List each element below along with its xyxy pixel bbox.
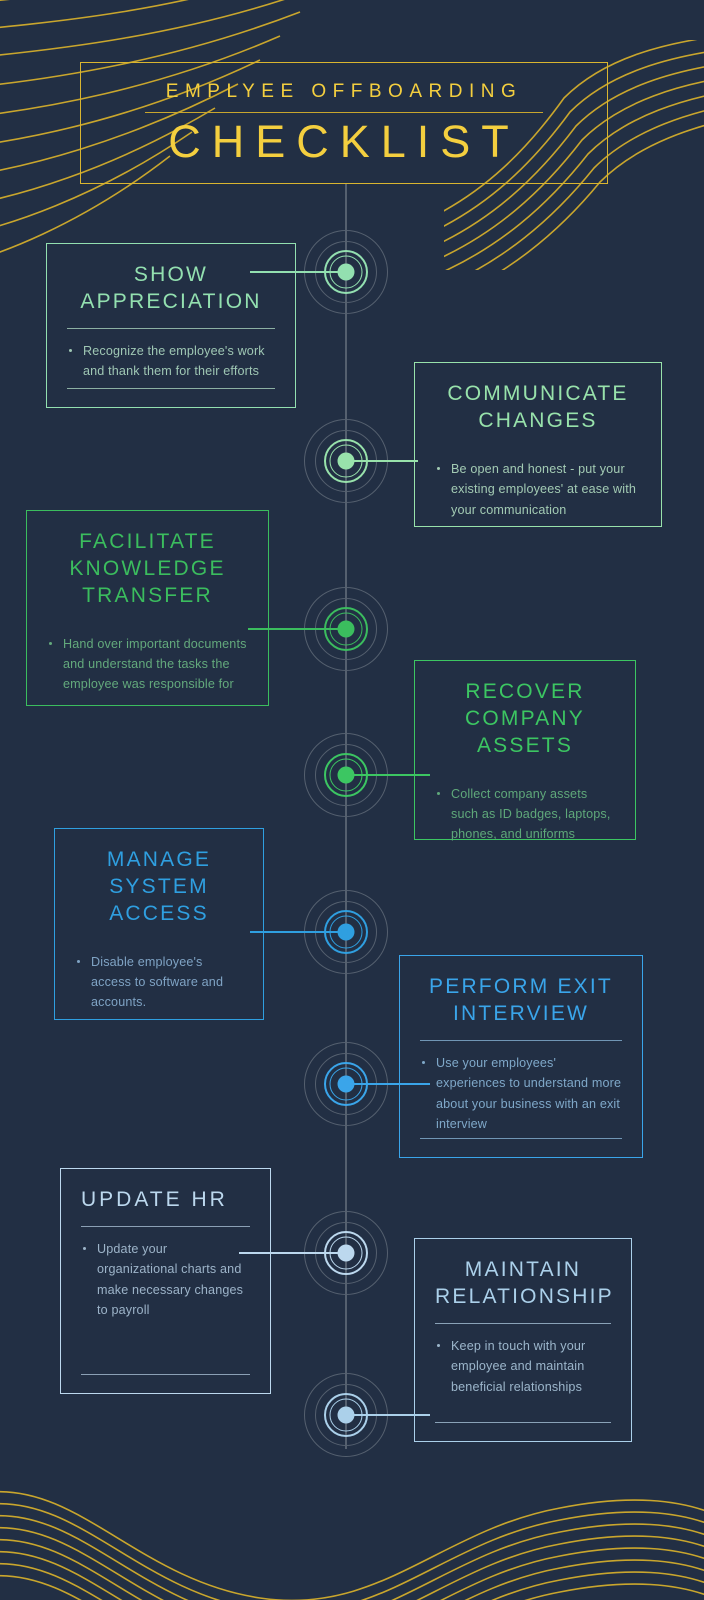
connector-stroke [346,460,418,462]
connector-endpoint-dot [344,1080,351,1088]
step-card-7[interactable]: UPDATE HR Update your organizational char… [60,1168,271,1394]
step-card-divider-bottom [81,1373,250,1375]
step-card-divider-top [67,327,275,329]
step-card-divider-bottom [67,387,275,389]
step-card-bullet: Be open and honest - put your existing e… [435,459,641,520]
step-card-bullet-list: Update your organizational charts and ma… [81,1239,250,1321]
step-card-divider-top [81,1225,250,1228]
step-card-bullet-list: Hand over important documents and unders… [47,634,248,695]
step-card-4[interactable]: RECOVER COMPANY ASSETS Collect company as… [414,660,636,841]
step-card-divider-bottom [420,1137,622,1139]
step-card-divider-top [420,1039,622,1041]
step-card-bullet: Keep in touch with your employee and mai… [435,1336,611,1397]
step-card-title: FACILITATE KNOWLEDGE TRANSFER [69,530,226,607]
step-card-1[interactable]: SHOW APPRECIATION Recognize the employee'… [46,243,296,408]
step-card-title: UPDATE HR [81,1188,228,1211]
connector-endpoint-dot [341,625,348,633]
connector-endpoint-dot [344,457,351,465]
step-card-bullet: Recognize the employee's work and thank … [67,341,275,382]
step-card-bullet-list: Keep in touch with your employee and mai… [435,1336,611,1397]
step-card-bullet: Hand over important documents and unders… [47,634,248,695]
page-title: CHECKLIST [168,116,520,168]
step-card-title: MANAGE SYSTEM ACCESS [106,848,212,925]
header-divider [145,111,543,114]
step-card-bullet-list: Use your employees' experiences to under… [420,1053,622,1135]
step-card-title: PERFORM EXIT INTERVIEW [429,975,613,1025]
connector-endpoint-dot [341,268,348,276]
connector-line-5 [250,928,348,936]
infographic-page: EMPLYEE OFFBOARDING CHECKLIST SHOW APPRE… [0,0,704,1600]
connector-endpoint-dot [344,1411,351,1419]
header-title-box: EMPLYEE OFFBOARDING CHECKLIST [80,62,608,184]
step-card-bullet-list: Recognize the employee's work and thank … [67,341,275,382]
step-card-title: MAINTAIN RELATIONSHIP [435,1258,614,1308]
step-card-2[interactable]: COMMUNICATE CHANGES Be open and honest - … [414,362,662,527]
step-card-bullet-list: Disable employee's access to software an… [75,952,243,1013]
step-card-title: COMMUNICATE CHANGES [447,382,629,432]
connector-stroke [250,931,346,933]
step-card-8[interactable]: MAINTAIN RELATIONSHIP Keep in touch with … [414,1238,632,1442]
connector-endpoint-dot [341,928,348,936]
step-card-3[interactable]: FACILITATE KNOWLEDGE TRANSFER Hand over i… [26,510,269,706]
step-card-bullet: Update your organizational charts and ma… [81,1239,250,1321]
step-card-divider-bottom [435,1421,611,1423]
step-card-bullet: Use your employees' experiences to under… [420,1053,622,1135]
step-card-divider-top [435,1322,611,1324]
step-card-bullet: Collect company assets such as ID badges… [435,784,615,845]
step-card-bullet-list: Collect company assets such as ID badges… [435,784,615,845]
step-card-title: RECOVER COMPANY ASSETS [464,680,586,757]
connector-endpoint-dot [341,1249,348,1257]
step-card-5[interactable]: MANAGE SYSTEM ACCESS Disable employee's a… [54,828,264,1020]
step-card-bullet-list: Be open and honest - put your existing e… [435,459,641,520]
step-card-bullet: Disable employee's access to software an… [75,952,243,1013]
connector-endpoint-dot [344,771,351,779]
step-card-6[interactable]: PERFORM EXIT INTERVIEW Use your employees… [399,955,643,1158]
step-card-title: SHOW APPRECIATION [80,263,262,313]
header-subtitle: EMPLYEE OFFBOARDING [165,80,523,102]
connector-line-2 [344,457,418,465]
